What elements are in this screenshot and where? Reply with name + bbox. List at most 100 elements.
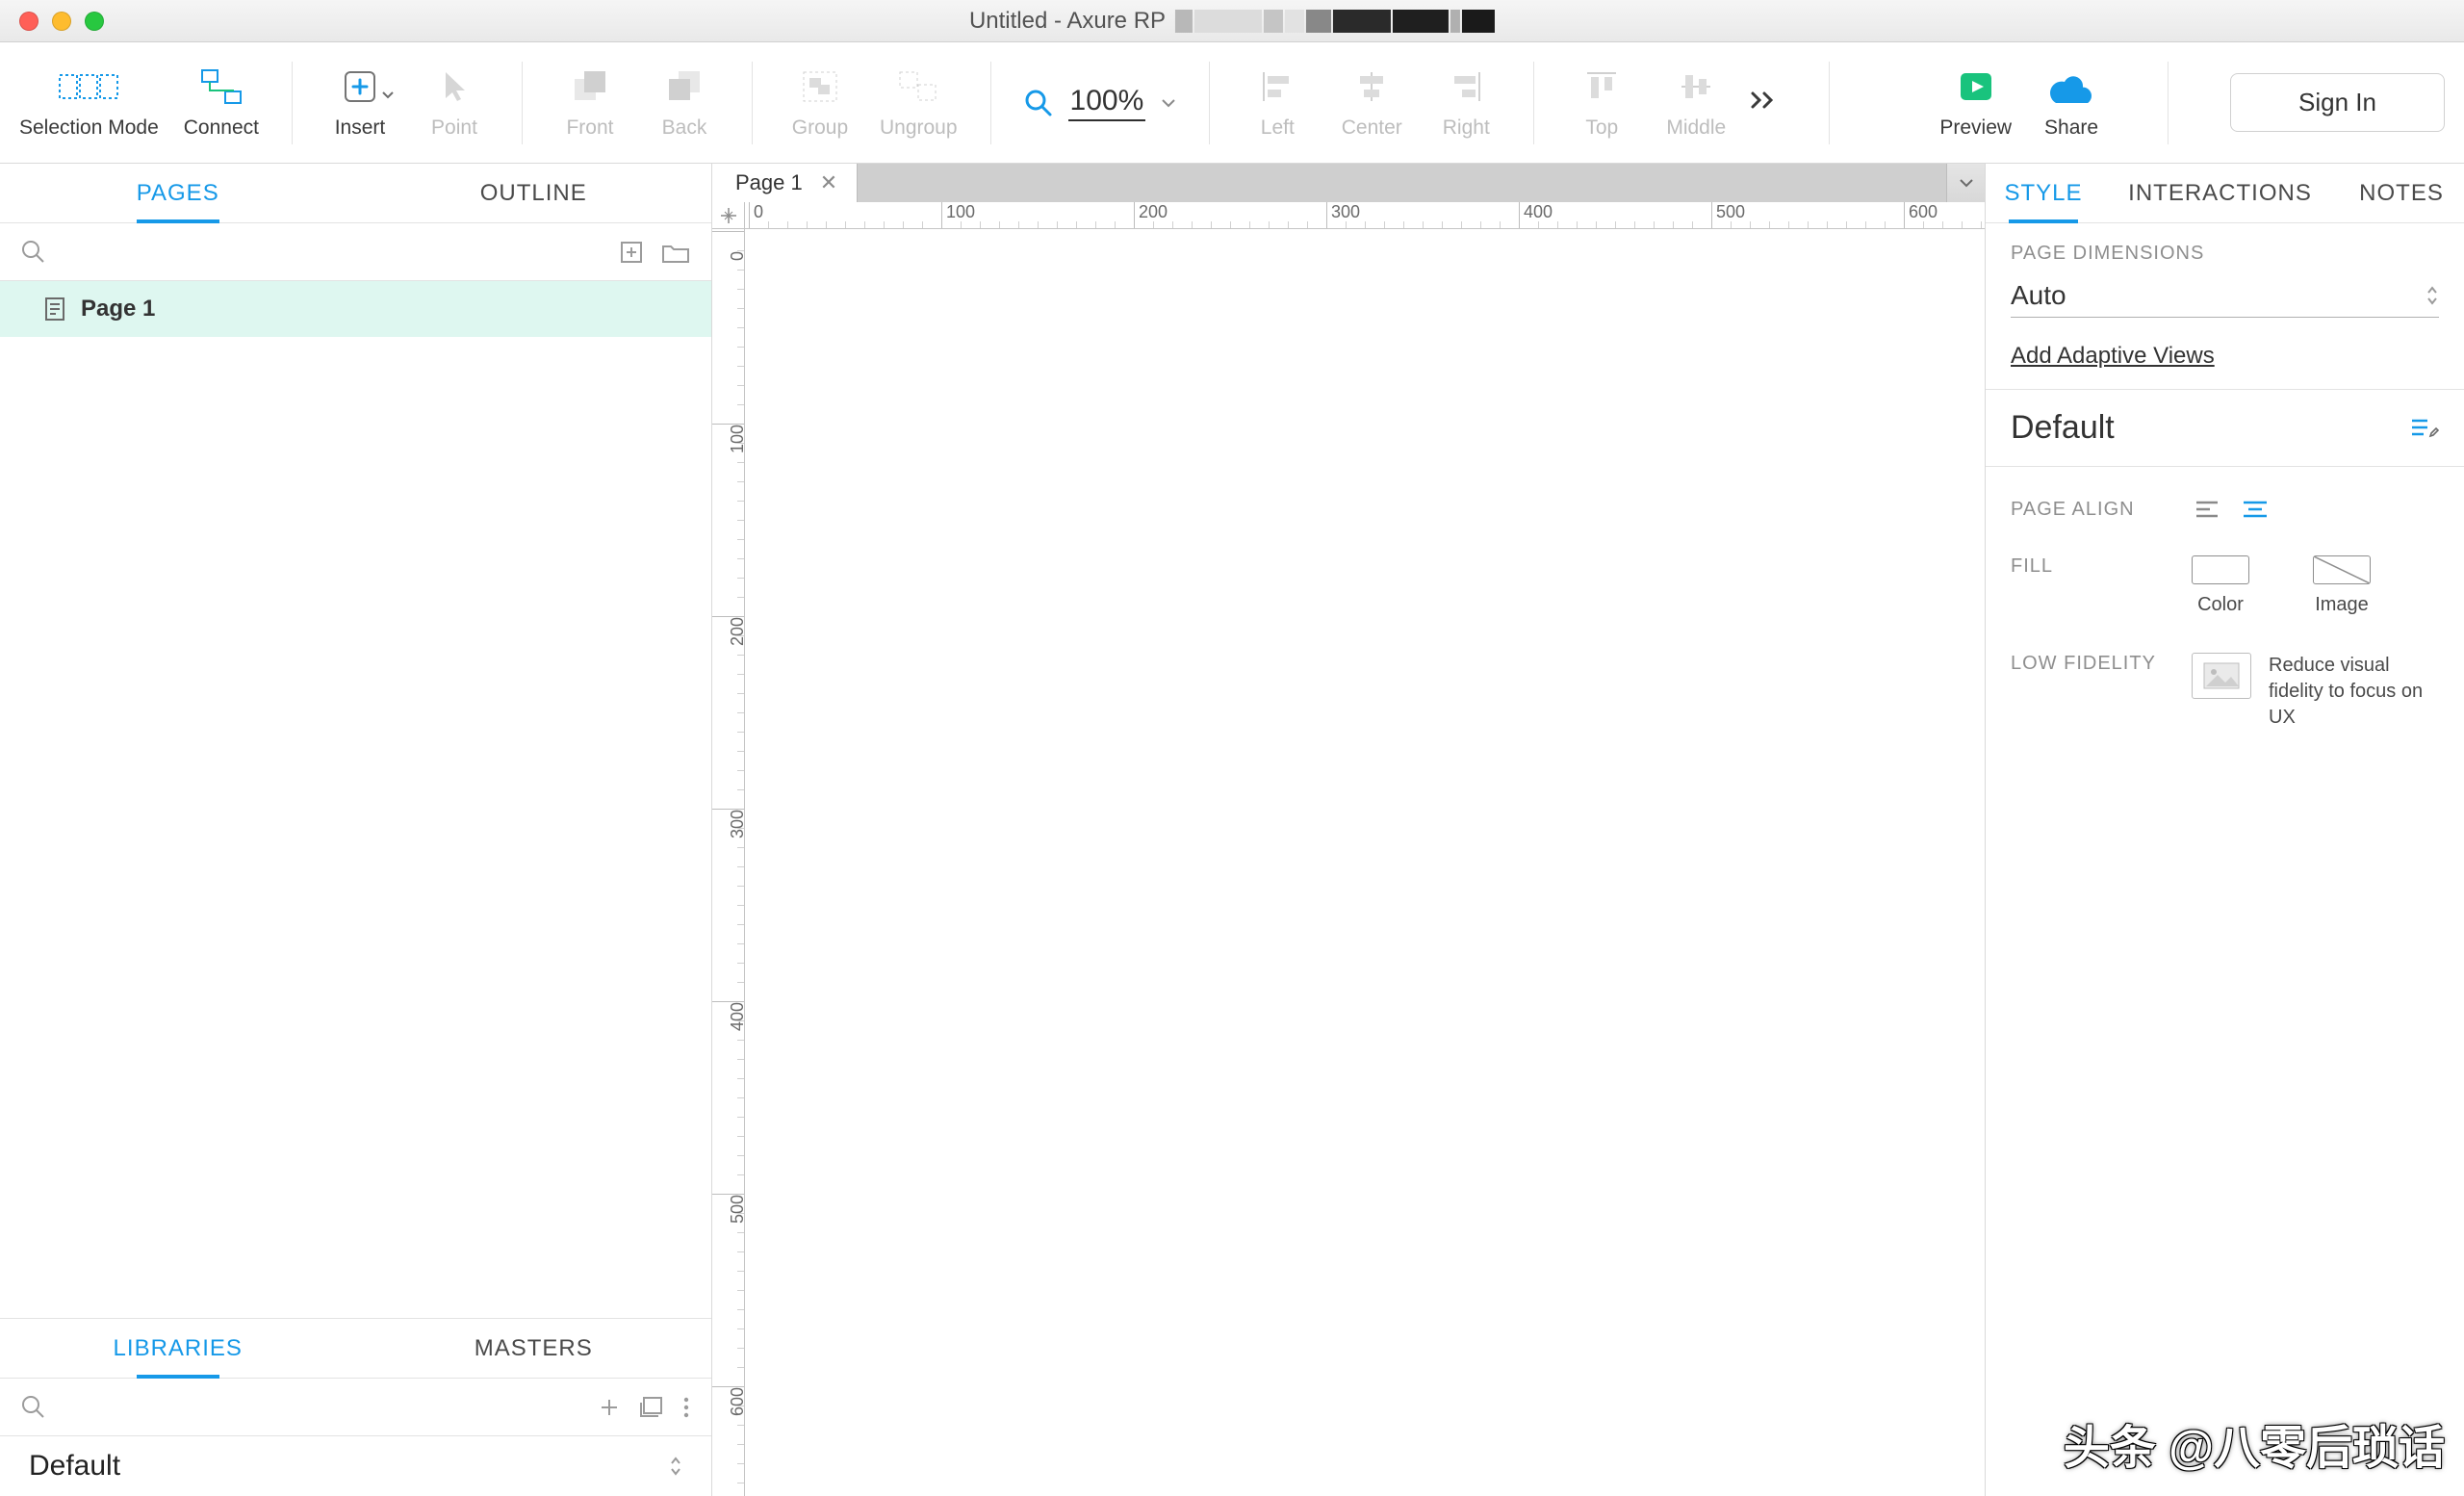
sign-in-button[interactable]: Sign In xyxy=(2230,73,2445,132)
share-button[interactable]: Share xyxy=(2037,66,2106,140)
maximize-window-button[interactable] xyxy=(85,12,104,31)
ruler-tick: 500 xyxy=(1711,202,1745,228)
ruler-tick: 0 xyxy=(712,231,744,232)
add-folder-icon[interactable] xyxy=(661,241,690,264)
close-tab-icon[interactable]: ✕ xyxy=(820,170,837,195)
align-center-button: Center xyxy=(1337,66,1406,140)
selection-mode-icon xyxy=(59,66,118,107)
window-controls xyxy=(19,12,104,31)
chevron-down-icon xyxy=(1959,178,1974,188)
ruler-tick: 400 xyxy=(1519,202,1553,228)
page-dimensions-section: PAGE DIMENSIONS Auto Add Adaptive Views xyxy=(1986,223,2464,390)
tab-notes[interactable]: NOTES xyxy=(2339,164,2464,222)
edit-style-icon[interactable] xyxy=(2410,416,2439,441)
connect-button[interactable]: Connect xyxy=(184,66,259,140)
watermark: 头条 @八零后琐话 xyxy=(2064,1409,2445,1477)
share-icon xyxy=(2048,66,2094,107)
crosshair-icon xyxy=(720,207,737,224)
search-icon[interactable] xyxy=(21,240,46,265)
left-panel: PAGES OUTLINE xyxy=(0,164,712,1496)
page-tree-item-label: Page 1 xyxy=(81,296,155,322)
ruler-tick: 300 xyxy=(1326,202,1360,228)
ruler-tick: 400 xyxy=(712,1001,744,1002)
low-fidelity-description: Reduce visual fidelity to focus on UX xyxy=(2269,653,2439,731)
minimize-window-button[interactable] xyxy=(52,12,71,31)
front-icon xyxy=(571,66,609,107)
align-left-icon xyxy=(1260,66,1295,107)
library-more-icon[interactable] xyxy=(682,1396,690,1419)
ruler-tick: 200 xyxy=(1134,202,1168,228)
ruler-origin-button[interactable] xyxy=(712,202,745,229)
library-search-icon[interactable] xyxy=(21,1395,46,1420)
ruler-tick: 500 xyxy=(712,1194,744,1195)
library-stack-icon[interactable] xyxy=(638,1396,665,1419)
tab-interactions[interactable]: INTERACTIONS xyxy=(2101,164,2339,222)
fill-color-button[interactable]: Color xyxy=(2192,555,2249,616)
zoom-icon xyxy=(1024,89,1053,117)
align-top-icon xyxy=(1585,66,1618,107)
page-icon xyxy=(44,297,65,322)
align-left-button: Left xyxy=(1243,66,1312,140)
inspector-panel: STYLE INTERACTIONS NOTES PAGE DIMENSIONS… xyxy=(1985,164,2464,1496)
main-toolbar: Selection Mode Connect xyxy=(0,42,2464,164)
group-icon xyxy=(801,66,839,107)
document-tab[interactable]: Page 1 ✕ xyxy=(712,164,858,202)
tab-style[interactable]: STYLE xyxy=(1986,164,2101,222)
ruler-tick: 100 xyxy=(941,202,975,228)
add-page-icon[interactable] xyxy=(619,240,644,265)
pages-tree: Page 1 xyxy=(0,281,711,1318)
insert-button[interactable]: Insert xyxy=(325,66,395,140)
canvas[interactable] xyxy=(745,229,1985,1496)
selection-mode-button[interactable]: Selection Mode xyxy=(19,66,159,140)
fill-image-button[interactable]: Image xyxy=(2313,555,2371,616)
back-icon xyxy=(665,66,704,107)
group-button: Group xyxy=(785,66,855,140)
tab-libraries[interactable]: LIBRARIES xyxy=(0,1319,356,1378)
fill-image-swatch xyxy=(2313,555,2371,584)
ruler-tick: 300 xyxy=(712,809,744,810)
page-dimensions-select[interactable]: Auto xyxy=(2011,280,2439,318)
tab-outline[interactable]: OUTLINE xyxy=(356,164,712,222)
page-tree-item[interactable]: Page 1 xyxy=(0,281,711,337)
ungroup-icon xyxy=(897,66,939,107)
library-selector[interactable]: Default xyxy=(0,1436,711,1496)
image-placeholder-icon xyxy=(2202,661,2241,690)
ruler-tick: 600 xyxy=(712,1386,744,1387)
zoom-value: 100% xyxy=(1068,85,1146,121)
tab-masters[interactable]: MASTERS xyxy=(356,1319,712,1378)
document-tabbar: Page 1 ✕ xyxy=(712,164,1985,202)
toolbar-overflow-button[interactable] xyxy=(1731,90,1796,115)
double-chevron-right-icon xyxy=(1750,90,1777,110)
point-icon xyxy=(440,66,469,107)
page-style-name-section: Default xyxy=(1986,390,2464,467)
close-window-button[interactable] xyxy=(19,12,38,31)
fill-color-swatch xyxy=(2192,555,2249,584)
align-middle-button: Middle xyxy=(1661,66,1731,140)
page-style-name: Default xyxy=(2011,409,2115,447)
zoom-control[interactable]: 100% xyxy=(1024,85,1177,121)
window-title-text: Untitled - Axure RP xyxy=(969,8,1166,35)
page-align-left-button[interactable] xyxy=(2192,496,2222,523)
window-title: Untitled - Axure RP xyxy=(969,8,1495,35)
tabbar-expand-button[interactable] xyxy=(1946,164,1985,202)
front-button: Front xyxy=(555,66,625,140)
align-center-icon xyxy=(1354,66,1389,107)
titlebar: Untitled - Axure RP xyxy=(0,0,2464,42)
ruler-tick: 100 xyxy=(712,424,744,425)
vertical-ruler[interactable]: 0100200300400500600 xyxy=(712,229,745,1496)
horizontal-ruler[interactable]: 0100200300400500600 xyxy=(745,202,1985,229)
updown-chevron-icon xyxy=(2426,285,2439,306)
tab-pages[interactable]: PAGES xyxy=(0,164,356,222)
updown-chevron-icon xyxy=(669,1456,682,1477)
low-fidelity-button[interactable] xyxy=(2192,653,2251,699)
align-middle-icon xyxy=(1680,66,1712,107)
add-adaptive-views-link[interactable]: Add Adaptive Views xyxy=(2011,343,2215,370)
point-button: Point xyxy=(420,66,489,140)
connect-icon xyxy=(200,66,243,107)
ruler-tick: 600 xyxy=(1904,202,1938,228)
add-library-icon[interactable] xyxy=(598,1396,621,1419)
align-right-icon xyxy=(1449,66,1483,107)
align-right-button: Right xyxy=(1431,66,1501,140)
page-align-center-button[interactable] xyxy=(2240,496,2271,523)
preview-button[interactable]: Preview xyxy=(1939,66,2012,140)
